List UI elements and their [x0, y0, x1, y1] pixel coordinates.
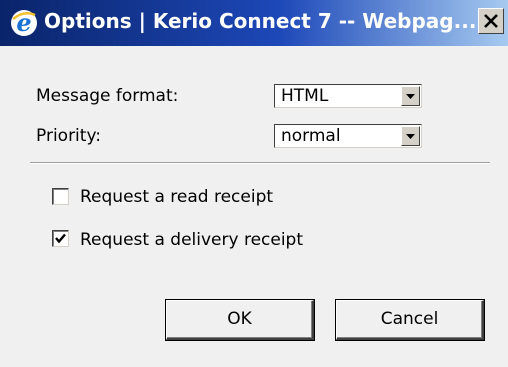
message-format-value: HTML	[281, 86, 329, 106]
title-bar[interactable]: e Options | Kerio Connect 7 -- Webpag...	[0, 0, 508, 46]
chevron-down-icon	[406, 134, 415, 139]
priority-dropdown-button[interactable]	[401, 126, 420, 146]
priority-label: Priority:	[36, 126, 101, 146]
message-format-select[interactable]: HTML	[274, 84, 422, 108]
message-format-label: Message format:	[36, 86, 179, 106]
chevron-down-icon	[406, 94, 415, 99]
priority-select[interactable]: normal	[274, 124, 422, 148]
priority-value: normal	[281, 126, 341, 146]
checkmark-icon	[55, 233, 66, 244]
internet-explorer-icon: e	[10, 8, 38, 37]
close-button[interactable]	[478, 8, 504, 34]
message-format-dropdown-button[interactable]	[401, 86, 420, 106]
cancel-button[interactable]: Cancel	[336, 300, 484, 340]
read-receipt-checkbox[interactable]	[52, 188, 69, 205]
delivery-receipt-label[interactable]: Request a delivery receipt	[80, 230, 303, 250]
ok-button[interactable]: OK	[166, 300, 314, 340]
delivery-receipt-checkbox[interactable]	[52, 230, 69, 247]
window-title: Options | Kerio Connect 7 -- Webpag...	[44, 9, 477, 33]
section-divider	[30, 162, 490, 164]
dialog-body: Message format: HTML Priority: normal Re…	[0, 46, 508, 367]
read-receipt-label[interactable]: Request a read receipt	[80, 187, 273, 207]
options-dialog: e Options | Kerio Connect 7 -- Webpag...…	[0, 0, 508, 367]
